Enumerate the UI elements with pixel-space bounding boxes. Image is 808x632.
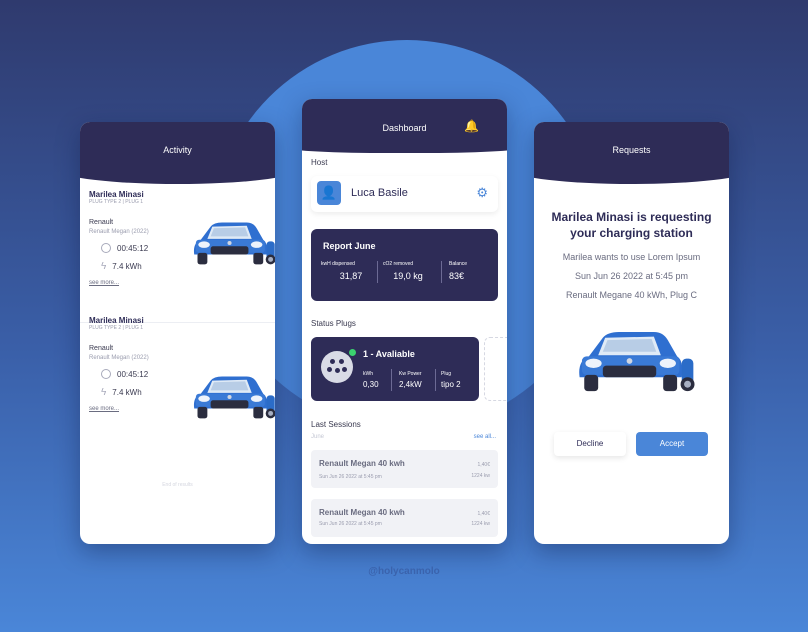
next-plug-card-placeholder[interactable] (484, 337, 507, 401)
car-illustration (579, 331, 695, 392)
activity-time: 00:45:12 (117, 243, 149, 253)
report-stat-value: 83€ (449, 271, 465, 281)
activity-brand: Renault (89, 345, 114, 352)
plug-stat-value: 2,4kW (399, 380, 422, 389)
last-sessions-label: Last Sessions (311, 420, 361, 429)
bell-icon[interactable]: 🔔 (464, 119, 479, 133)
request-car: Renault Megane 40 kWh, Plug C (565, 290, 698, 300)
dashboard-header: Dashboard 🔔 (302, 99, 507, 153)
plug-stat-label: Kw Power (399, 371, 422, 377)
session-car: Renault Megan 40 kwh (319, 508, 405, 517)
session-kw: 1224 kw (471, 473, 490, 479)
report-stat-label: kwH dispensed (321, 261, 355, 267)
request-heading: Marilea Minasi is requesting your chargi… (551, 210, 712, 240)
activity-user-name: Marilea Minasi (89, 316, 144, 325)
clock-icon (101, 243, 111, 253)
sessions-month: June (311, 434, 325, 440)
plug-socket-icon (321, 351, 353, 383)
request-date: Sun Jun 26 2022 at 5:45 pm (574, 271, 689, 281)
see-more-link[interactable]: see more... (89, 280, 269, 286)
report-card[interactable]: Report June kwH dispensed 31,87 cO2 remov… (311, 229, 498, 301)
host-label: Host (311, 158, 328, 167)
session-price: 1,40€ (477, 462, 490, 468)
report-stat-value: 19,0 kg (393, 271, 423, 281)
session-kw: 1224 kw (471, 521, 490, 527)
plug-status-card[interactable]: 1 - Avaliable kWh 0,30 Kw Power 2,4kW Plug… (311, 337, 479, 401)
activity-energy: 7.4 kWh (112, 388, 142, 397)
session-date: Sun Jun 26 2022 at 5:45 pm (319, 521, 382, 527)
see-all-link[interactable]: see all... (474, 434, 496, 440)
activity-screen: Activity Marilea Minasi PLUG TYPE 2 | PL… (80, 122, 275, 544)
accept-button[interactable]: Accept (636, 432, 708, 456)
activity-header: Activity (80, 122, 275, 184)
report-stat-label: cO2 removed (383, 261, 414, 267)
plug-title: 1 - Avaliable (363, 349, 415, 359)
activity-plug: PLUG TYPE 2 | PLUG 1 (89, 325, 144, 331)
session-card[interactable]: Renault Megan 40 kwh Sun Jun 26 2022 at … (311, 499, 498, 537)
plug-stat-label: kWh (363, 371, 373, 377)
activity-plug: PLUG TYPE 2 | PLUG 1 (89, 199, 144, 205)
request-line: Marilea wants to use Lorem Ipsum (562, 252, 701, 262)
decline-button[interactable]: Decline (554, 432, 626, 456)
user-avatar-icon: 👤 (317, 181, 341, 205)
car-illustration (193, 376, 275, 419)
gear-icon[interactable]: ⚙ (476, 185, 488, 201)
session-car: Renault Megan 40 kwh (319, 459, 405, 468)
plug-stat-value: 0,30 (363, 380, 379, 389)
bolt-icon: ϟ (101, 387, 107, 398)
plug-stat-label: Plug (441, 371, 452, 377)
session-card[interactable]: Renault Megan 40 kwh Sun Jun 26 2022 at … (311, 450, 498, 488)
status-available-dot (349, 349, 356, 356)
activity-time: 00:45:12 (117, 369, 149, 379)
status-plugs-label: Status Plugs (311, 319, 356, 328)
requests-screen: Requests Marilea Minasi is requesting yo… (534, 122, 729, 544)
bolt-icon: ϟ (101, 261, 107, 272)
activity-energy: 7.4 kWh (112, 262, 142, 271)
watermark: @holycanmolo (368, 566, 440, 577)
activity-title: Activity (163, 145, 192, 155)
report-stat-value: 31,87 (339, 271, 363, 281)
session-price: 1,40€ (477, 511, 490, 517)
host-name: Luca Basile (351, 187, 408, 199)
clock-icon (101, 369, 111, 379)
session-date: Sun Jun 26 2022 at 5:45 pm (319, 474, 382, 480)
activity-model: Renault Megan (2022) (89, 355, 149, 361)
dashboard-screen: Dashboard 🔔 Host 👤 Luca Basile ⚙ Report … (302, 99, 507, 544)
end-of-results: End of results (162, 482, 193, 488)
report-title: Report June (323, 241, 376, 251)
car-illustration (193, 222, 275, 265)
requests-title: Requests (612, 145, 651, 155)
report-stat-label: Balance (449, 261, 468, 267)
activity-user-name: Marilea Minasi (89, 190, 144, 199)
requests-header: Requests (534, 122, 729, 184)
host-card[interactable]: 👤 Luca Basile ⚙ (311, 176, 498, 212)
plug-stat-value: tipo 2 (441, 380, 461, 389)
